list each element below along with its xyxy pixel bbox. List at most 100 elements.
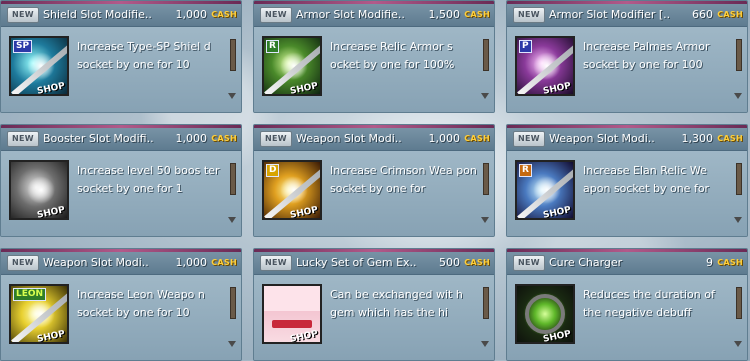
description-scrollbar[interactable] — [227, 37, 236, 99]
new-badge: NEW — [7, 255, 39, 271]
scroll-thumb[interactable] — [483, 287, 489, 319]
cash-label: CASH — [464, 10, 490, 19]
shop-card-1[interactable]: NEW Shield Slot Modifie.. 1,000 CASH SP … — [0, 0, 242, 113]
scroll-thumb[interactable] — [736, 287, 742, 319]
description-scrollbar[interactable] — [733, 161, 742, 223]
item-name: Booster Slot Modifi.. — [43, 132, 154, 145]
item-price: 1,000 — [175, 256, 208, 269]
cash-label: CASH — [717, 134, 743, 143]
description-scrollbar[interactable] — [227, 285, 236, 347]
item-description: Increase level 50 boos ter socket by one… — [77, 164, 220, 195]
item-corner-tag: D — [266, 164, 280, 177]
shop-tag: SHOP — [36, 81, 66, 96]
new-badge: NEW — [513, 255, 545, 271]
item-description: Increase Leon Weapo n socket by one for … — [77, 288, 205, 319]
scroll-down-arrow-icon[interactable] — [481, 93, 489, 99]
scroll-down-arrow-icon[interactable] — [228, 341, 236, 347]
scroll-thumb[interactable] — [230, 287, 236, 319]
scroll-down-arrow-icon[interactable] — [734, 217, 742, 223]
description-scrollbar[interactable] — [733, 37, 742, 99]
shop-card-9[interactable]: NEW Cure Charger 9 CASH SHOP Reduces the… — [506, 248, 748, 361]
item-name: Weapon Slot Modi.. — [549, 132, 655, 145]
purple-armor-icon[interactable]: P SHOP — [515, 36, 575, 96]
item-corner-tag: LEON — [13, 288, 47, 301]
item-price: 1,000 — [428, 132, 461, 145]
item-price: 1,000 — [175, 8, 208, 21]
item-description: Increase Type-SP Shiel d socket by one f… — [77, 40, 211, 71]
item-description: Increase Crimson Wea pon socket by one f… — [330, 164, 477, 195]
item-name: Cure Charger — [549, 256, 623, 269]
item-price: 9 — [706, 256, 713, 269]
item-name: Armor Slot Modifie.. — [296, 8, 405, 21]
new-badge: NEW — [513, 131, 545, 147]
item-description: Increase Relic Armor s ocket by one for … — [330, 40, 455, 71]
scroll-down-arrow-icon[interactable] — [734, 93, 742, 99]
shop-tag: SHOP — [36, 205, 66, 220]
ribbon-shape — [272, 320, 312, 328]
scroll-thumb[interactable] — [230, 163, 236, 195]
scroll-down-arrow-icon[interactable] — [228, 217, 236, 223]
description-scrollbar[interactable] — [480, 37, 489, 99]
cash-label: CASH — [211, 258, 237, 267]
item-name: Lucky Set of Gem Ex.. — [296, 256, 417, 269]
description-scrollbar[interactable] — [480, 161, 489, 223]
cure-charger-icon[interactable]: SHOP — [515, 284, 575, 344]
shop-card-5[interactable]: NEW Weapon Slot Modi.. 1,000 CASH D SHOP… — [253, 124, 495, 237]
scroll-down-arrow-icon[interactable] — [228, 93, 236, 99]
shop-card-8[interactable]: NEW Lucky Set of Gem Ex.. 500 CASH SHOP … — [253, 248, 495, 361]
item-corner-tag: P — [519, 40, 532, 53]
item-description: Increase Palmas Armor socket by one for … — [583, 40, 710, 71]
glow-effect — [27, 176, 55, 204]
shop-card-6[interactable]: NEW Weapon Slot Modi.. 1,300 CASH R SHOP… — [506, 124, 748, 237]
new-badge: NEW — [260, 7, 292, 23]
shop-tag: SHOP — [542, 205, 572, 220]
leon-weapon-icon[interactable]: LEON SHOP — [9, 284, 69, 344]
scroll-thumb[interactable] — [736, 39, 742, 71]
shop-card-3[interactable]: NEW Armor Slot Modifier [.. 660 CASH P S… — [506, 0, 748, 113]
new-badge: NEW — [7, 7, 39, 23]
scroll-down-arrow-icon[interactable] — [481, 217, 489, 223]
new-badge: NEW — [7, 131, 39, 147]
booster-armor-icon[interactable]: SHOP — [9, 160, 69, 220]
description-scrollbar[interactable] — [480, 285, 489, 347]
shop-tag: SHOP — [36, 329, 66, 344]
item-description: Can be exchanged wit h gem which has the… — [330, 288, 463, 319]
scroll-thumb[interactable] — [483, 163, 489, 195]
green-armor-icon[interactable]: R SHOP — [262, 36, 322, 96]
description-scrollbar[interactable] — [227, 161, 236, 223]
scroll-thumb[interactable] — [483, 39, 489, 71]
description-scrollbar[interactable] — [733, 285, 742, 347]
crimson-weapon-icon[interactable]: D SHOP — [262, 160, 322, 220]
cash-label: CASH — [464, 258, 490, 267]
shop-tag: SHOP — [289, 81, 319, 96]
item-price: 500 — [439, 256, 460, 269]
item-name: Weapon Slot Modi.. — [43, 256, 149, 269]
item-corner-tag: SP — [13, 40, 33, 53]
scroll-down-arrow-icon[interactable] — [734, 341, 742, 347]
cash-label: CASH — [211, 10, 237, 19]
shop-tag: SHOP — [542, 81, 572, 96]
cash-label: CASH — [211, 134, 237, 143]
cash-label: CASH — [717, 258, 743, 267]
item-description: Increase Elan Relic We apon socket by on… — [583, 164, 710, 195]
charger-ring — [525, 294, 565, 334]
shop-card-7[interactable]: NEW Weapon Slot Modi.. 1,000 CASH LEON S… — [0, 248, 242, 361]
item-price: 1,500 — [428, 8, 461, 21]
gem-envelope-icon[interactable]: SHOP — [262, 284, 322, 344]
shop-tag: SHOP — [289, 205, 319, 220]
scroll-thumb[interactable] — [230, 39, 236, 71]
item-corner-tag: R — [519, 164, 532, 177]
shield-sword-icon[interactable]: SP SHOP — [9, 36, 69, 96]
scroll-down-arrow-icon[interactable] — [481, 341, 489, 347]
item-price: 1,000 — [175, 132, 208, 145]
shop-card-4[interactable]: NEW Booster Slot Modifi.. 1,000 CASH SHO… — [0, 124, 242, 237]
item-price: 1,300 — [681, 132, 714, 145]
cash-label: CASH — [717, 10, 743, 19]
elan-weapon-icon[interactable]: R SHOP — [515, 160, 575, 220]
item-price: 660 — [692, 8, 713, 21]
scroll-thumb[interactable] — [736, 163, 742, 195]
new-badge: NEW — [513, 7, 545, 23]
shop-card-2[interactable]: NEW Armor Slot Modifie.. 1,500 CASH R SH… — [253, 0, 495, 113]
item-corner-tag: R — [266, 40, 279, 53]
item-description: Reduces the duration of the negative deb… — [583, 288, 715, 319]
